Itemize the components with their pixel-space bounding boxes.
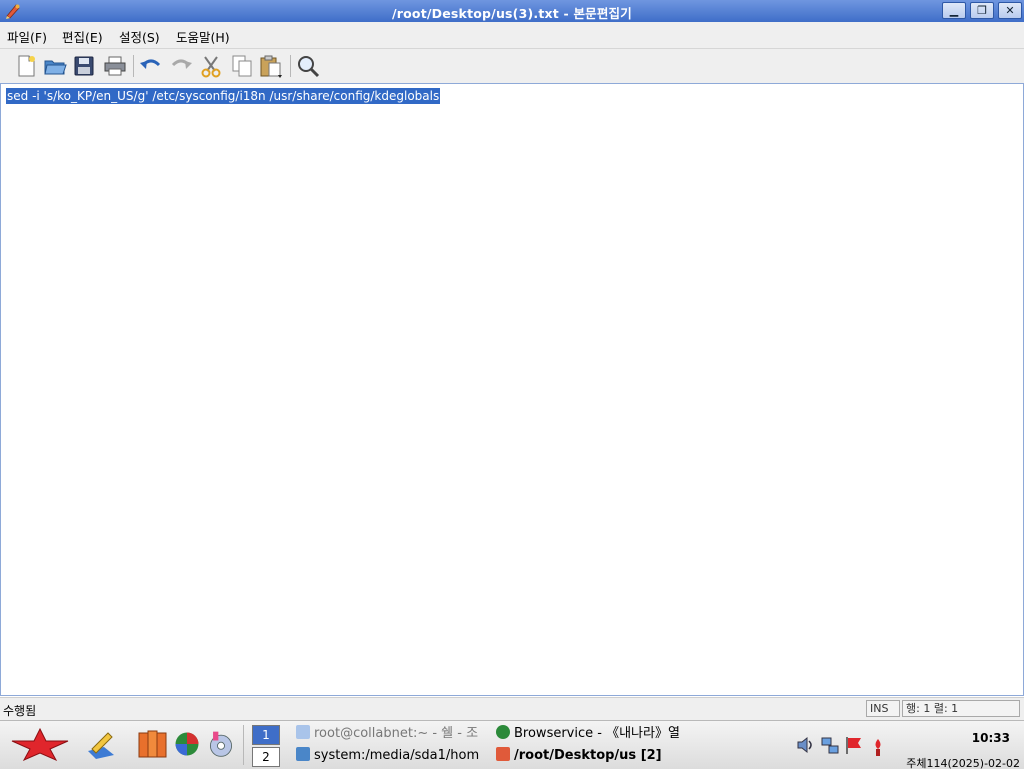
browser-icon (496, 725, 510, 739)
menu-edit[interactable]: 편집(E) (62, 27, 103, 46)
terminal-icon (296, 725, 310, 739)
network-icon[interactable] (820, 735, 840, 755)
volume-icon[interactable] (795, 735, 815, 755)
torch-icon[interactable] (868, 737, 888, 757)
file-manager-launcher-icon[interactable] (136, 727, 170, 761)
print-icon[interactable] (102, 53, 128, 79)
paste-icon[interactable] (258, 53, 284, 79)
pager-desktop-2[interactable]: 2 (252, 747, 280, 767)
menu-settings[interactable]: 설정(S) (119, 27, 160, 46)
open-folder-icon[interactable] (42, 53, 68, 79)
browser-launcher-icon[interactable] (172, 727, 202, 761)
status-message: 수행됨 (3, 704, 37, 718)
task-file-manager[interactable]: system:/media/sda1/hom (296, 745, 486, 767)
editor-line-1[interactable]: sed -i 's/ko_KP/en_US/g' /etc/sysconfig/… (6, 88, 441, 104)
task-browser[interactable]: Browservice - 《내나라》열 (496, 723, 686, 745)
redo-icon[interactable] (168, 53, 194, 79)
save-icon[interactable] (71, 53, 97, 79)
flag-icon[interactable] (844, 735, 864, 755)
task-file-manager-label: system:/media/sda1/hom (314, 748, 480, 763)
toolbar-separator (290, 55, 291, 77)
menu-bar: 파일(F) 편집(E) 설정(S) 도움말(H) (0, 22, 1024, 49)
task-text-editor-label: /root/Desktop/us [2] (514, 748, 662, 763)
media-player-launcher-icon[interactable] (206, 727, 236, 761)
window-title: /root/Desktop/us(3).txt - 본문편집기 (392, 6, 632, 21)
start-menu-star-icon[interactable] (10, 727, 70, 761)
task-browser-label: Browservice - 《내나라》열 (514, 726, 680, 741)
editor-icon (496, 747, 510, 761)
new-document-icon[interactable] (13, 53, 39, 79)
toolbar-separator (133, 55, 134, 77)
pager-desktop-1[interactable]: 1 (252, 725, 280, 745)
window-titlebar[interactable]: /root/Desktop/us(3).txt - 본문편집기 ▁ ❐ ✕ (0, 0, 1024, 22)
close-button[interactable]: ✕ (998, 2, 1022, 19)
find-icon[interactable] (295, 53, 321, 79)
menu-file[interactable]: 파일(F) (7, 27, 47, 46)
minimize-button[interactable]: ▁ (942, 2, 966, 19)
text-editor-launcher-icon[interactable] (84, 727, 118, 761)
task-text-editor[interactable]: /root/Desktop/us [2] (496, 745, 686, 767)
maximize-button[interactable]: ❐ (970, 2, 994, 19)
menu-help[interactable]: 도움말(H) (176, 27, 230, 46)
cut-icon[interactable] (198, 53, 224, 79)
taskbar-separator (243, 725, 244, 765)
status-bar: 수행됨 INS 행: 1 렬: 1 (0, 697, 1024, 721)
cursor-position: 행: 1 렬: 1 (902, 700, 1020, 717)
task-terminal[interactable]: root@collabnet:~ - 쉘 - 조 (296, 723, 486, 745)
taskbar: 1 2 root@collabnet:~ - 쉘 - 조 Browservice… (0, 720, 1024, 770)
text-editor[interactable]: sed -i 's/ko_KP/en_US/g' /etc/sysconfig/… (0, 83, 1024, 696)
toolbar (0, 49, 1024, 84)
folder-icon (296, 747, 310, 761)
copy-icon[interactable] (229, 53, 255, 79)
clock[interactable]: 10:33 (972, 731, 1010, 745)
task-terminal-label: root@collabnet:~ - 쉘 - 조 (314, 726, 479, 741)
date: 주체114(2025)-02-02 (906, 757, 1020, 770)
undo-icon[interactable] (138, 53, 164, 79)
insert-mode-indicator: INS (866, 700, 900, 717)
